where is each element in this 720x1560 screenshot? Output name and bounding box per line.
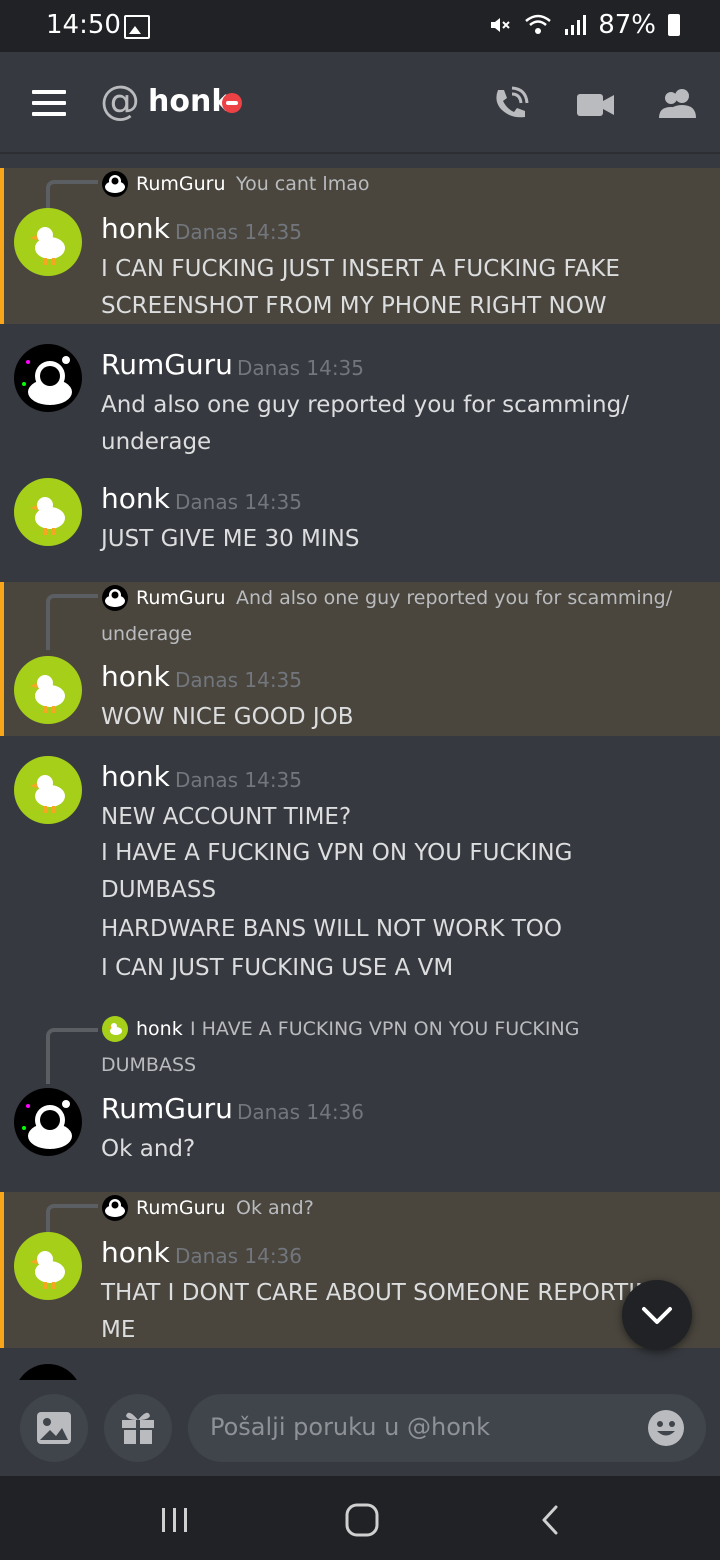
status-bar: 14:50 87% (0, 0, 720, 52)
message-line: DUMBASS (101, 877, 217, 903)
battery-percent: 87% (598, 10, 656, 40)
avatar[interactable] (14, 1232, 82, 1300)
gift-button[interactable] (104, 1394, 172, 1462)
message-line: ME (101, 1317, 136, 1343)
back-icon[interactable] (538, 1504, 562, 1536)
message-input[interactable]: Pošalji poruku u @honk (188, 1394, 706, 1462)
message[interactable]: RumGuru And also one guy reported you fo… (0, 582, 720, 736)
hamburger-icon[interactable] (32, 90, 66, 116)
gift-icon (122, 1412, 154, 1444)
upload-image-button[interactable] (20, 1394, 88, 1462)
avatar[interactable] (14, 1088, 82, 1156)
reply-connector (46, 1028, 98, 1084)
video-camera-icon[interactable] (576, 86, 616, 122)
reply-preview[interactable]: And also one guy reported you for scammi… (236, 587, 672, 609)
phone-call-icon[interactable] (490, 86, 530, 122)
author-name[interactable]: RumGuru (101, 1092, 233, 1125)
message-line: WOW NICE GOOD JOB (101, 704, 354, 730)
reply-preview-cont[interactable]: DUMBASS (101, 1054, 196, 1076)
avatar[interactable] (14, 1364, 82, 1380)
message-line: I HAVE A FUCKING VPN ON YOU FUCKING (101, 840, 573, 866)
message-list[interactable]: RumGuru You cant lmao honk Danas 14:35 I… (0, 152, 720, 1380)
jump-to-present-button[interactable] (622, 1280, 692, 1350)
do-not-disturb-icon (222, 93, 242, 113)
reply-avatar (102, 1195, 128, 1221)
reply-connector (46, 594, 98, 650)
message-input-placeholder: Pošalji poruku u @honk (210, 1413, 490, 1441)
timestamp: Danas 14:36 (237, 1100, 365, 1124)
mention-bar (0, 1192, 4, 1348)
mention-bar (0, 168, 4, 324)
timestamp: Danas 14:35 (175, 768, 303, 792)
gallery-notification-icon (124, 15, 150, 39)
message-line: underage (101, 429, 212, 455)
message-line: JUST GIVE ME 30 MINS (101, 526, 360, 552)
message-line: I CAN FUCKING JUST INSERT A FUCKING FAKE (101, 256, 620, 282)
message[interactable]: RumGuru Ok and? honk Danas 14:36 THAT I … (0, 1192, 720, 1348)
reply-preview[interactable]: You cant lmao (236, 173, 369, 195)
message[interactable]: honk Danas 14:35 NEW ACCOUNT TIME? I HAV… (0, 736, 720, 1002)
status-time: 14:50 (46, 10, 121, 40)
author-name[interactable]: honk (101, 1236, 170, 1269)
avatar[interactable] (14, 656, 82, 724)
signal-icon (565, 15, 587, 35)
reply-author[interactable]: honk (136, 1018, 183, 1040)
author-name[interactable]: honk (101, 482, 170, 515)
message[interactable]: honk I HAVE A FUCKING VPN ON YOU FUCKING… (0, 1002, 720, 1192)
author-name[interactable]: honk (101, 660, 170, 693)
reply-avatar (102, 171, 128, 197)
avatar[interactable] (14, 344, 82, 412)
wifi-icon (525, 14, 552, 34)
battery-icon (668, 14, 680, 36)
message-line: SCREENSHOT FROM MY PHONE RIGHT NOW (101, 293, 607, 319)
author-name[interactable]: honk (101, 212, 170, 245)
composer: Pošalji poruku u @honk (0, 1380, 720, 1476)
timestamp: Danas 14:35 (237, 356, 365, 380)
reply-author[interactable]: RumGuru (136, 1197, 226, 1219)
reply-preview[interactable]: I HAVE A FUCKING VPN ON YOU FUCKING (190, 1018, 579, 1040)
author-name[interactable]: honk (101, 760, 170, 793)
message-line: NEW ACCOUNT TIME? (101, 804, 352, 830)
home-icon[interactable] (344, 1502, 380, 1538)
message[interactable]: RumGuru You cant lmao honk Danas 14:35 I… (0, 168, 720, 324)
timestamp: Danas 14:35 (175, 220, 303, 244)
message-line: Ok and? (101, 1136, 196, 1162)
timestamp: Danas 14:36 (175, 1244, 303, 1268)
at-icon: @ (100, 78, 140, 124)
message-line: And also one guy reported you for scammi… (101, 392, 629, 418)
system-nav-bar (0, 1476, 720, 1560)
avatar[interactable] (14, 756, 82, 824)
dm-title[interactable]: honk (148, 84, 231, 119)
message-line: HARDWARE BANS WILL NOT WORK TOO (101, 916, 562, 942)
mention-bar (0, 582, 4, 736)
reply-author[interactable]: RumGuru (136, 587, 226, 609)
members-icon[interactable] (658, 86, 698, 122)
emoji-icon[interactable] (648, 1410, 684, 1446)
message[interactable]: RumGuru Danas 14:35 And also one guy rep… (0, 324, 720, 464)
chevron-down-icon (642, 1307, 672, 1324)
avatar[interactable] (14, 478, 82, 546)
image-icon (37, 1412, 71, 1444)
mute-icon (491, 18, 510, 32)
message[interactable]: honk Danas 14:35 JUST GIVE ME 30 MINS (0, 464, 720, 582)
reply-avatar (102, 585, 128, 611)
reply-preview[interactable]: Ok and? (236, 1197, 314, 1219)
timestamp: Danas 14:35 (175, 490, 303, 514)
status-icons: 87% (488, 10, 680, 40)
timestamp: Danas 14:35 (175, 668, 303, 692)
message-line: I CAN JUST FUCKING USE A VM (101, 955, 454, 981)
message-line: THAT I DONT CARE ABOUT SOMEONE REPORTING (101, 1280, 671, 1306)
reply-author[interactable]: RumGuru (136, 173, 226, 195)
recent-apps-icon[interactable] (160, 1506, 190, 1534)
channel-header: @ honk (0, 52, 720, 152)
avatar[interactable] (14, 208, 82, 276)
reply-preview-cont[interactable]: underage (101, 623, 192, 645)
author-name[interactable]: RumGuru (101, 348, 233, 381)
reply-avatar (102, 1016, 128, 1042)
